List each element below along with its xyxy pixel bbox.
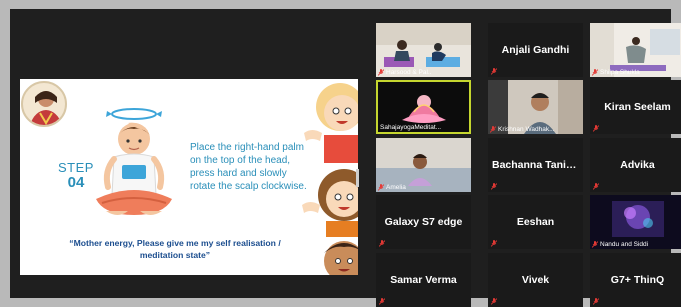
participant-label: Krishnan Wadhak... xyxy=(490,126,554,133)
participant-tile[interactable]: Harsood & Pal.. xyxy=(376,23,471,77)
participant-label: Shilpa Shukla xyxy=(592,69,640,76)
participant-tile[interactable]: Kiran Seelam xyxy=(590,80,681,134)
participant-name: SahajayogaMeditat... xyxy=(380,124,442,131)
mic-muted-icon xyxy=(378,184,384,191)
step-indicator: STEP 04 xyxy=(58,161,94,190)
participant-tile[interactable]: G7+ ThinQ xyxy=(590,253,681,307)
participant-name: Galaxy S7 edge xyxy=(384,216,463,228)
participant-tile[interactable]: Amelia xyxy=(376,138,471,192)
participant-tile[interactable]: Bachanna Tanis... xyxy=(488,138,583,192)
participant-name: Amelia xyxy=(386,184,406,191)
mic-muted-icon xyxy=(491,183,497,190)
participant-tile-active-speaker[interactable]: SahajayogaMeditat... xyxy=(376,80,471,134)
participant-label: Harsood & Pal.. xyxy=(378,69,432,76)
participant-name: Anjali Gandhi xyxy=(501,44,570,56)
presenter-photo xyxy=(21,81,67,127)
participant-name: Vivek xyxy=(521,274,550,286)
mic-muted-icon xyxy=(378,69,384,76)
participant-name: G7+ ThinQ xyxy=(610,274,665,286)
participant-label: SahajayogaMeditat... xyxy=(380,124,441,131)
meeting-window: STEP 04 Place the right-hand palm on the… xyxy=(10,9,681,307)
panel-divider-handle[interactable] xyxy=(356,169,359,187)
participant-label: Nandu and Siddi xyxy=(592,241,648,248)
participant-tile[interactable]: Shilpa Shukla xyxy=(590,23,681,77)
affirmation-text: “Mother energy, Please give me my self r… xyxy=(30,237,320,261)
participant-name: Advika xyxy=(620,159,655,171)
participant-name: Krishnan Wadhak... xyxy=(498,126,555,133)
children-illustration xyxy=(300,79,358,275)
mic-muted-icon xyxy=(592,69,598,76)
step-instruction: Place the right-hand palm on the top of … xyxy=(190,142,307,192)
participant-tile[interactable]: Eeshan xyxy=(488,195,583,249)
mic-muted-icon xyxy=(593,183,599,190)
participant-name: Kiran Seelam xyxy=(604,101,671,113)
participant-name: Nandu and Siddi xyxy=(600,241,649,248)
participant-tile[interactable]: Vivek xyxy=(488,253,583,307)
participant-name: Eeshan xyxy=(516,216,555,228)
mic-muted-icon xyxy=(491,68,497,75)
step-number: 04 xyxy=(67,173,85,191)
participant-tile[interactable]: Anjali Gandhi xyxy=(488,23,583,77)
participant-name: Shilpa Shukla xyxy=(600,69,640,76)
participant-tile[interactable]: Nandu and Siddi xyxy=(590,195,681,249)
participant-label: Amelia xyxy=(378,184,406,191)
shared-screen[interactable]: STEP 04 Place the right-hand palm on the… xyxy=(20,79,358,275)
participant-name: Harsood & Pal.. xyxy=(386,69,432,76)
mic-muted-icon xyxy=(592,241,598,248)
meditation-illustration xyxy=(84,99,184,234)
mic-muted-icon xyxy=(379,240,385,247)
participant-tile[interactable]: Advika xyxy=(590,138,681,192)
mic-muted-icon xyxy=(593,125,599,132)
affirmation-line-2: meditation state” xyxy=(139,250,211,260)
mic-muted-icon xyxy=(490,126,496,133)
participant-tile[interactable]: Krishnan Wadhak... xyxy=(488,80,583,134)
participant-name: Bachanna Tanis... xyxy=(492,159,581,171)
mic-muted-icon xyxy=(491,240,497,247)
affirmation-line-1: “Mother energy, Please give me my self r… xyxy=(69,238,281,248)
participant-tile[interactable]: Galaxy S7 edge xyxy=(376,195,471,249)
participant-tile[interactable]: Samar Verma xyxy=(376,253,471,307)
participant-name: Samar Verma xyxy=(390,274,457,286)
step-word: STEP xyxy=(58,160,94,175)
